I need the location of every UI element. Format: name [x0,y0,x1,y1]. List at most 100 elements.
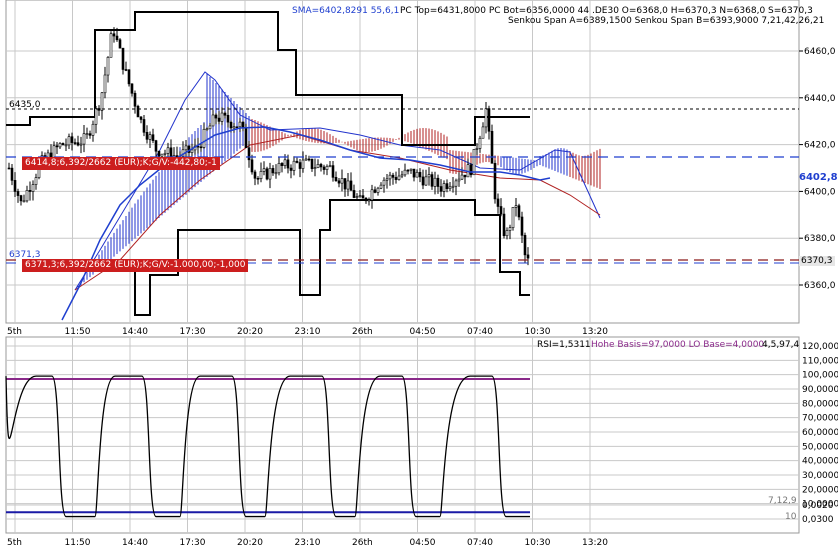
candle-body [337,180,341,184]
candle-body [328,165,332,167]
candle-body [241,121,245,128]
candle-body [124,69,128,71]
candle-body [142,119,146,133]
candle-body [61,143,65,146]
time-tick-label-bottom: 26th [352,538,373,548]
rsi-tick-label: 20,0000 [802,485,838,495]
candle-body [139,116,143,120]
candle-body [235,126,239,129]
candle-body [217,117,221,122]
candle-body [88,133,92,136]
candle-body [112,33,116,37]
time-tick-label: 20:20 [237,327,263,337]
candle-body [127,69,131,85]
candle-body [469,164,473,176]
candle-body [118,39,122,49]
candle-body [415,172,419,178]
candle-body [58,143,62,148]
time-tick-label-bottom: 14:40 [122,538,148,548]
chart-canvas[interactable]: 6460,0 6440,0 6420,0 6400,0 6380,0 6360,0 120… [0,0,838,549]
candle-body [190,149,194,153]
candle-body [322,166,326,170]
time-tick-label-bottom: 11:50 [65,538,91,548]
candle-body [295,160,299,163]
current-price-tag-2: 6370,3 [799,256,835,266]
candle-body [109,33,113,58]
candle-body [7,167,11,170]
candle-body [256,177,260,180]
price-tick-label: 6380,0 [804,234,836,244]
rsi-tick-label: 90,0000 [802,385,838,395]
candle-body [394,177,398,180]
candle-body [349,180,353,191]
rsi-tick-label: 60,0000 [802,428,838,438]
candle-body [316,164,320,168]
candle-body [280,163,284,166]
candle-body [502,213,506,237]
time-tick-label-bottom: 13:20 [582,538,608,548]
order-label-1[interactable]: 6414,8;6,392/2662 (EUR);K;G/V:-442,80;-1 [22,157,220,170]
candle-body [160,153,164,157]
candle-body [526,254,530,259]
candle-body [463,174,467,178]
candle-body [247,147,251,161]
candle-body [151,134,155,141]
candle-body [211,114,215,127]
candle-body [148,134,152,140]
candle-body [232,126,236,129]
candle-body [238,121,242,128]
price-tick-label: 6440,0 [804,94,836,104]
candle-body [448,186,452,190]
candle-body [130,83,134,94]
candle-body [106,56,110,76]
candle-body [286,159,290,169]
candle-body [16,191,20,196]
candle-body [292,160,296,171]
candle-body [370,189,374,201]
time-tick-label: 5th [7,327,22,337]
candle-body [403,169,407,176]
candle-body [406,169,410,172]
candle-body [55,145,59,148]
candle-body [496,198,500,207]
candle-body [133,92,137,107]
candle-body [334,177,338,182]
candle-body [343,178,347,190]
time-tick-label: 04:50 [410,327,436,337]
candle-body [214,114,218,119]
senkou-readout: Senkou Span A=6389,1500 Senkou Span B=63… [508,16,825,26]
candle-body [283,159,287,166]
candle-body [199,146,203,149]
candle-body [157,150,161,157]
candle-body [397,175,401,180]
candle-body [25,190,29,202]
trading-chart-window: 6460,0 6440,0 6420,0 6400,0 6380,0 6360,0 120… [0,0,838,549]
candle-body [82,133,86,145]
pc-readout: PC Top=6431,8000 PC Bot=6356,0000 44 [400,6,590,16]
price-tick-label: 6420,0 [804,141,836,151]
candle-body [340,178,344,184]
order-label-2[interactable]: 6371,3;6,392/2662 (EUR);K;G/V:-1.000,00;… [22,259,249,272]
candle-body [373,189,377,193]
rsi-tick-label: 0,0020 [802,501,834,511]
candle-body [154,140,158,152]
rsi-tick-label: 70,0000 [802,414,838,424]
candle-body [244,127,248,149]
candle-body [346,180,350,190]
candle-body [253,171,257,179]
price-tick-label: 6460,0 [804,47,836,57]
candle-body [79,143,83,146]
candle-body [265,168,269,180]
candle-body [301,159,305,169]
candle-body [391,174,395,178]
time-tick-label: 14:40 [122,327,148,337]
candle-body [268,168,272,180]
candle-body [481,126,485,139]
time-tick-label-bottom: 5th [7,538,22,548]
candle-body [421,176,425,186]
candle-body [367,199,371,202]
candle-body [445,183,449,190]
candle-body [10,167,14,181]
candle-body [424,176,428,186]
time-tick-label-bottom: 20:20 [237,538,263,548]
